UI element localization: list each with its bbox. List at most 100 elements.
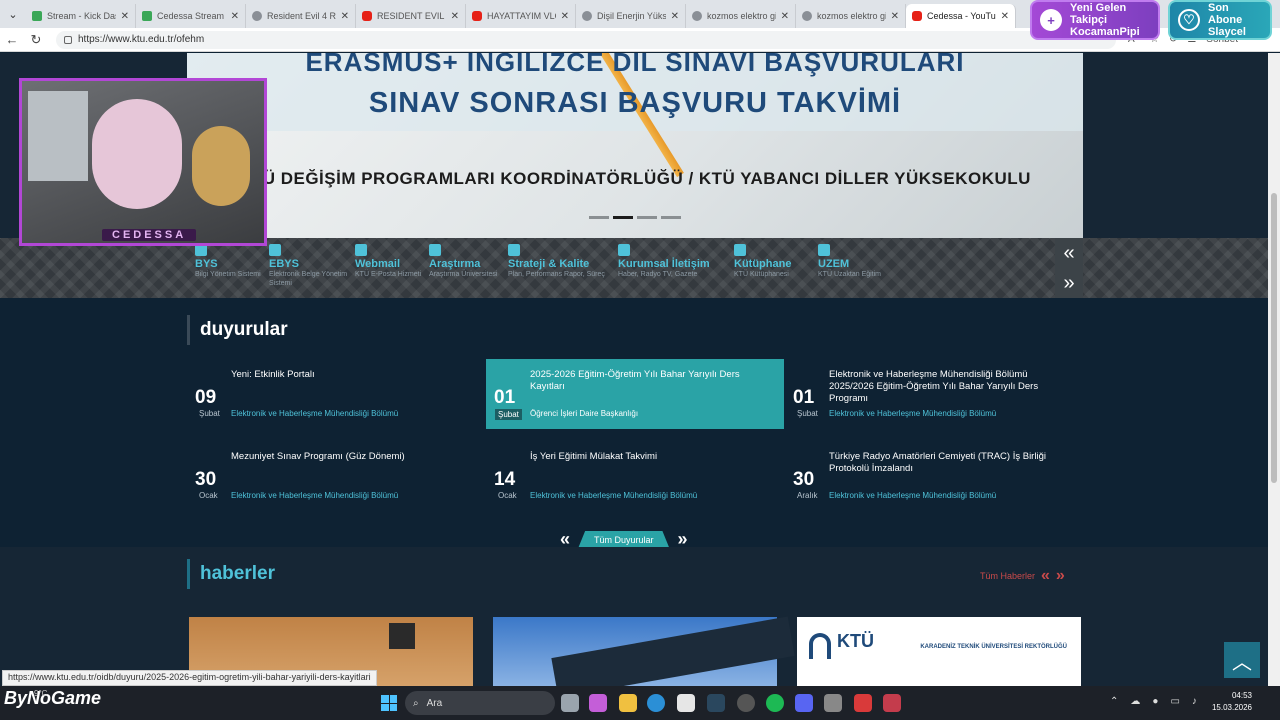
close-tab-icon[interactable]: ✕	[781, 11, 789, 22]
quicklink-webmail[interactable]: Webmail KTÜ E-Posta Hizmeti	[355, 244, 435, 279]
slider-dot[interactable]	[637, 216, 657, 219]
site-info-icon[interactable]	[64, 35, 72, 44]
scrollbar-thumb[interactable]	[1271, 193, 1277, 483]
back-button[interactable]: ←	[0, 32, 24, 47]
weather-temp: 9°C	[34, 689, 48, 698]
broadcast-icon	[818, 244, 830, 256]
news-image	[389, 623, 415, 649]
microscope-icon	[429, 244, 441, 256]
mail-icon	[355, 244, 367, 256]
clock[interactable]: 04:53 15.03.2026	[1210, 690, 1252, 714]
chevron-double-right-icon[interactable]: »	[1063, 272, 1074, 295]
store-icon[interactable]	[677, 694, 695, 712]
browser-tab[interactable]: Resident Evil 4 Rem✕	[246, 4, 356, 28]
hero-slider[interactable]: ERASMUS+ İNGİLİZCE DİL SINAVI BAŞVURULAR…	[187, 53, 1083, 238]
browser-tab[interactable]: Stream - Kick Dashb✕	[26, 4, 136, 28]
news-card[interactable]: KTÜ KARADENİZ TEKNİK ÜNİVERSİTESİ REKTÖR…	[797, 617, 1081, 686]
building-icon	[618, 244, 630, 256]
banner-caption: KTÜ DEĞİŞİM PROGRAMLARI KOORDİNATÖRLÜĞÜ …	[239, 169, 1031, 188]
close-tab-icon[interactable]: ✕	[891, 11, 899, 22]
app-icon[interactable]	[824, 694, 842, 712]
volume-icon[interactable]: ♪	[1192, 696, 1197, 707]
slider-dot-active[interactable]	[613, 216, 633, 219]
steam-icon[interactable]	[707, 694, 725, 712]
file-explorer-icon[interactable]	[619, 694, 637, 712]
user-add-icon: +	[1040, 9, 1062, 31]
chevron-up-icon[interactable]: ⌃	[1110, 696, 1118, 707]
slider-dot[interactable]	[589, 216, 609, 219]
banner-title: ERASMUS+ İNGİLİZCE DİL SINAVI BAŞVURULAR…	[305, 53, 965, 77]
browser-tab[interactable]: HAYATTAYIM VLOG✕	[466, 4, 576, 28]
slider-dots	[589, 216, 681, 219]
news-nav: Tüm Haberler « »	[980, 567, 1065, 585]
announcements-heading: duyurular	[187, 315, 288, 345]
streamer-name: CEDESSA	[102, 229, 197, 241]
news-section: haberler Tüm Haberler « » KTÜ KARADENİZ …	[0, 547, 1268, 686]
slider-dot[interactable]	[661, 216, 681, 219]
tab-search-button[interactable]: ⌄	[0, 0, 26, 28]
browser-tab[interactable]: Cedessa Stream - W✕	[136, 4, 246, 28]
spotify-icon[interactable]	[766, 694, 784, 712]
page-scrollbar[interactable]	[1268, 53, 1280, 686]
close-tab-icon[interactable]: ✕	[341, 11, 349, 22]
windows-start-icon[interactable]	[381, 695, 397, 711]
close-tab-icon[interactable]: ✕	[231, 11, 239, 22]
checkbox-icon	[508, 244, 520, 256]
obs-icon[interactable]	[737, 694, 755, 712]
generic-icon	[802, 11, 812, 21]
edge-icon[interactable]	[647, 694, 665, 712]
taskbar-search[interactable]: ⌕ Ara	[405, 691, 555, 715]
quicklink-arastirma[interactable]: Araştırma Araştırma Üniversitesi	[429, 244, 509, 279]
all-news-link[interactable]: Tüm Haberler	[980, 571, 1035, 581]
announcement-item[interactable]: 14 Ocak İş Yeri Eğitimi Mülakat Takvimi …	[486, 441, 784, 511]
task-view-icon[interactable]	[561, 694, 579, 712]
quicklink-kurumsal[interactable]: Kurumsal İletişim Haber, Radyo TV, Gazete	[618, 244, 718, 279]
heart-icon: ♡	[1178, 9, 1200, 31]
browser-tab[interactable]: Dişil Enerjin Yüksek✕	[576, 4, 686, 28]
quicklinks-nav: « »	[1055, 238, 1083, 298]
reload-button[interactable]: ↻	[24, 32, 48, 48]
all-announcements-button[interactable]: Tüm Duyurular	[578, 530, 670, 549]
announcement-item[interactable]: 30 Ocak Mezuniyet Sınav Programı (Güz Dö…	[187, 441, 485, 511]
search-icon: ⌕	[413, 697, 419, 709]
quicklink-bys[interactable]: BYS Bilgi Yönetim Sistemi	[195, 244, 275, 279]
browser-tab-active[interactable]: Cedessa - YouTube✕	[906, 4, 1016, 28]
app-icon[interactable]	[883, 694, 901, 712]
microphone-icon[interactable]: ●	[1152, 696, 1158, 707]
url-input[interactable]: https://www.ktu.edu.tr/ofehm	[56, 30, 1116, 49]
close-tab-icon[interactable]: ✕	[561, 11, 569, 22]
chevron-double-right-icon[interactable]: »	[1056, 567, 1065, 585]
document-icon	[269, 244, 281, 256]
browser-tab[interactable]: kozmos elektro gita✕	[796, 4, 906, 28]
quicklink-strateji[interactable]: Strateji & Kalite Plan, Performans Rapor,…	[508, 244, 608, 279]
chevron-double-left-icon[interactable]: «	[1041, 567, 1050, 585]
close-tab-icon[interactable]: ✕	[1001, 11, 1009, 22]
browser-tab[interactable]: RESIDENT EVIL 4 RE✕	[356, 4, 466, 28]
chevron-double-left-icon[interactable]: «	[1063, 242, 1074, 265]
stream-logo: ByNoGame	[4, 688, 102, 708]
close-tab-icon[interactable]: ✕	[671, 11, 679, 22]
announcement-item[interactable]: 09 Şubat Yeni: Etkinlik Portalı Elektron…	[187, 359, 485, 429]
kick-icon	[32, 11, 42, 21]
quicklink-ebys[interactable]: EBYS Elektronik Belge Yönetim Sistemi	[269, 244, 349, 288]
network-icon[interactable]: ▭	[1170, 696, 1179, 707]
app-icon[interactable]	[854, 694, 872, 712]
back-to-top-button[interactable]: ︿	[1224, 642, 1260, 678]
quicklink-uzem[interactable]: UZEM KTÜ Uzaktan Eğitim	[818, 244, 898, 279]
news-card[interactable]	[493, 616, 795, 686]
announcement-item[interactable]: 30 Aralık Türkiye Radyo Amatörleri Cemiy…	[785, 441, 1083, 511]
cloud-icon[interactable]: ☁	[1130, 696, 1140, 707]
copilot-icon[interactable]	[589, 694, 607, 712]
discord-icon[interactable]	[795, 694, 813, 712]
browser-tab[interactable]: kozmos elektro gita✕	[686, 4, 796, 28]
close-tab-icon[interactable]: ✕	[121, 11, 129, 22]
announcement-item-highlighted[interactable]: 01 Şubat 2025-2026 Eğitim-Öğretim Yılı B…	[486, 359, 784, 429]
announcement-item[interactable]: 01 Şubat Elektronik ve Haberleşme Mühend…	[785, 359, 1083, 429]
ktu-logo-icon	[809, 633, 831, 659]
quicklink-kutuphane[interactable]: Kütüphane KTÜ Kütüphanesi	[734, 244, 814, 279]
google-icon	[692, 11, 702, 21]
close-tab-icon[interactable]: ✕	[451, 11, 459, 22]
generic-icon	[582, 11, 592, 21]
youtube-icon	[362, 11, 372, 21]
quick-links-bar: BYS Bilgi Yönetim Sistemi EBYS Elektronik …	[0, 238, 1268, 298]
